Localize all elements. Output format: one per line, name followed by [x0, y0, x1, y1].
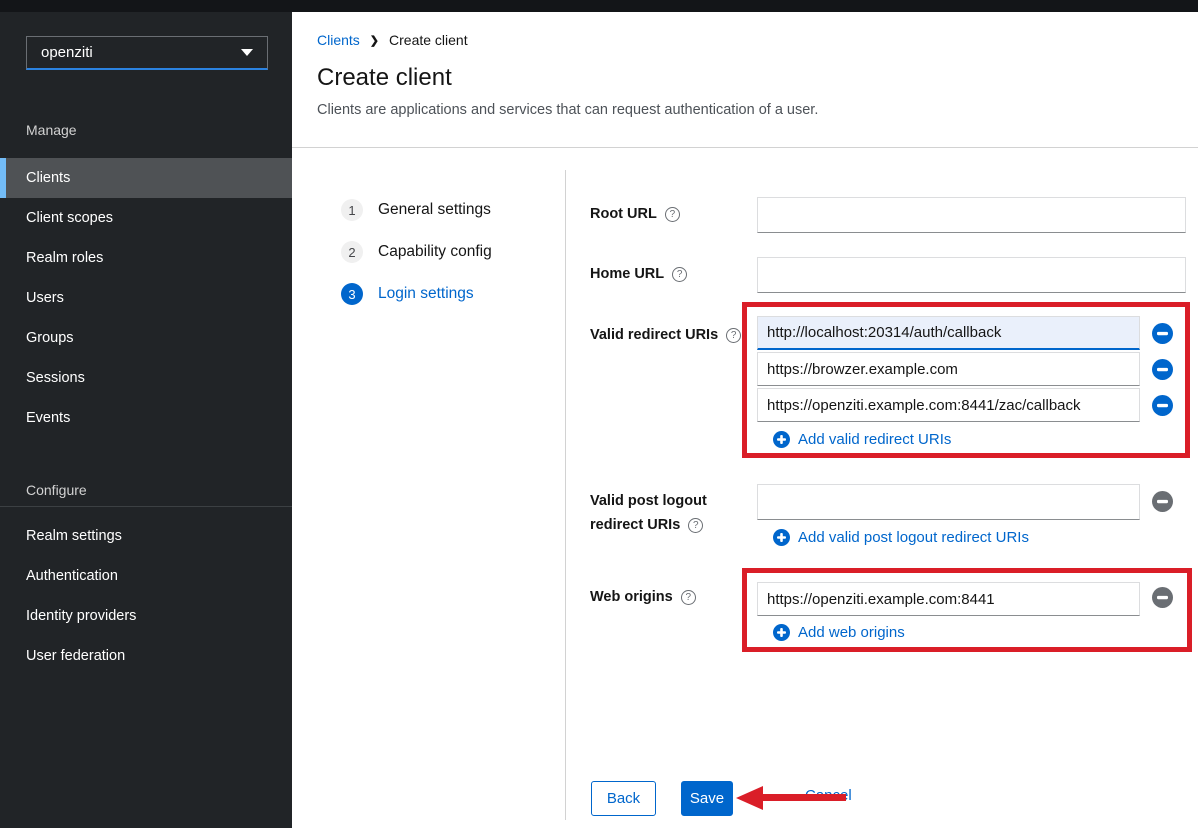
back-button[interactable]: Back: [591, 781, 656, 816]
sidebar-item-label: Sessions: [26, 370, 85, 386]
label-text: redirect URIs: [590, 517, 680, 533]
remove-redirect-uri-3-button[interactable]: [1152, 395, 1173, 416]
remove-post-logout-uri-button[interactable]: [1152, 491, 1173, 512]
minus-circle-icon: [1152, 491, 1173, 512]
sidebar-item-realm-roles[interactable]: Realm roles: [0, 238, 292, 278]
post-logout-uri-input[interactable]: [757, 484, 1140, 520]
sidebar-item-label: Client scopes: [26, 210, 113, 226]
sidebar-item-label: Realm roles: [26, 250, 103, 266]
wizard-form-divider: [565, 170, 566, 820]
nav-section-configure: Configure: [26, 482, 87, 498]
add-link-label: Add web origins: [798, 624, 905, 641]
label-text: Web origins: [590, 589, 673, 605]
help-icon[interactable]: [672, 267, 687, 282]
redirect-uri-input-1[interactable]: [757, 316, 1140, 350]
sidebar-item-groups[interactable]: Groups: [0, 318, 292, 358]
wizard-step-general-settings[interactable]: 1 General settings: [341, 199, 491, 221]
label-text: Valid redirect URIs: [590, 327, 718, 343]
sidebar-item-label: Authentication: [26, 568, 118, 584]
sidebar-item-label: User federation: [26, 648, 125, 664]
remove-redirect-uri-1-button[interactable]: [1152, 323, 1173, 344]
plus-circle-icon: [773, 529, 790, 546]
sidebar-item-users[interactable]: Users: [0, 278, 292, 318]
step-number-badge: 2: [341, 241, 363, 263]
help-icon[interactable]: [681, 590, 696, 605]
page-description: Clients are applications and services th…: [317, 102, 818, 118]
sidebar-nav: openziti Manage Clients Client scopes Re…: [0, 12, 292, 828]
sidebar-section-divider: [0, 506, 292, 507]
add-post-logout-uris-link[interactable]: Add valid post logout redirect URIs: [773, 529, 1029, 546]
page-title: Create client: [317, 64, 452, 92]
label-text: Root URL: [590, 206, 657, 222]
minus-circle-icon: [1152, 359, 1173, 380]
label-text: Valid post logout: [590, 493, 707, 509]
help-icon[interactable]: [726, 328, 741, 343]
step-number-badge: 3: [341, 283, 363, 305]
sidebar-item-label: Groups: [26, 330, 74, 346]
cancel-link[interactable]: Cancel: [805, 787, 852, 804]
add-link-label: Add valid redirect URIs: [798, 431, 951, 448]
sidebar-item-label: Events: [26, 410, 70, 426]
add-link-label: Add valid post logout redirect URIs: [798, 529, 1029, 546]
root-url-label: Root URL: [590, 206, 680, 222]
realm-selector-dropdown[interactable]: openziti: [26, 36, 268, 70]
breadcrumb: Clients ❯ Create client: [317, 32, 468, 48]
minus-circle-icon: [1152, 587, 1173, 608]
help-icon[interactable]: [688, 518, 703, 533]
sidebar-item-label: Users: [26, 290, 64, 306]
sidebar-item-realm-settings[interactable]: Realm settings: [0, 516, 292, 556]
sidebar-item-sessions[interactable]: Sessions: [0, 358, 292, 398]
add-valid-redirect-uris-link[interactable]: Add valid redirect URIs: [773, 431, 951, 448]
post-logout-label-line1: Valid post logout: [590, 493, 707, 509]
chevron-right-icon: ❯: [370, 34, 379, 47]
step-label: Login settings: [378, 285, 474, 303]
save-button[interactable]: Save: [681, 781, 733, 816]
step-label: Capability config: [378, 243, 492, 261]
sidebar-item-clients[interactable]: Clients: [0, 158, 292, 198]
header-divider: [292, 147, 1198, 148]
help-icon[interactable]: [665, 207, 680, 222]
masthead-bar: [0, 0, 1198, 12]
step-label: General settings: [378, 201, 491, 219]
breadcrumb-current: Create client: [389, 32, 468, 48]
plus-circle-icon: [773, 624, 790, 641]
wizard-step-capability-config[interactable]: 2 Capability config: [341, 241, 492, 263]
sidebar-item-label: Clients: [26, 170, 70, 186]
wizard-step-login-settings[interactable]: 3 Login settings: [341, 283, 474, 305]
remove-redirect-uri-2-button[interactable]: [1152, 359, 1173, 380]
post-logout-label-line2: redirect URIs: [590, 517, 703, 533]
sidebar-item-client-scopes[interactable]: Client scopes: [0, 198, 292, 238]
home-url-input[interactable]: [757, 257, 1186, 293]
sidebar-item-label: Identity providers: [26, 608, 136, 624]
sidebar-item-user-federation[interactable]: User federation: [0, 636, 292, 676]
redirect-uri-input-3[interactable]: [757, 388, 1140, 422]
root-url-input[interactable]: [757, 197, 1186, 233]
nav-section-manage: Manage: [26, 122, 77, 138]
plus-circle-icon: [773, 431, 790, 448]
breadcrumb-clients-link[interactable]: Clients: [317, 32, 360, 48]
arrow-head: [736, 786, 763, 810]
add-web-origins-link[interactable]: Add web origins: [773, 624, 905, 641]
sidebar-item-events[interactable]: Events: [0, 398, 292, 438]
redirect-uri-input-2[interactable]: [757, 352, 1140, 386]
sidebar-item-authentication[interactable]: Authentication: [0, 556, 292, 596]
label-text: Home URL: [590, 266, 664, 282]
main-content: Clients ❯ Create client Create client Cl…: [292, 12, 1198, 828]
home-url-label: Home URL: [590, 266, 687, 282]
caret-down-icon: [241, 49, 253, 56]
sidebar-item-identity-providers[interactable]: Identity providers: [0, 596, 292, 636]
minus-circle-icon: [1152, 395, 1173, 416]
realm-name: openziti: [41, 44, 93, 61]
valid-redirect-uris-label: Valid redirect URIs: [590, 327, 741, 343]
minus-circle-icon: [1152, 323, 1173, 344]
step-number-badge: 1: [341, 199, 363, 221]
sidebar-item-label: Realm settings: [26, 528, 122, 544]
web-origins-input[interactable]: [757, 582, 1140, 616]
remove-web-origin-button[interactable]: [1152, 587, 1173, 608]
web-origins-label: Web origins: [590, 589, 696, 605]
